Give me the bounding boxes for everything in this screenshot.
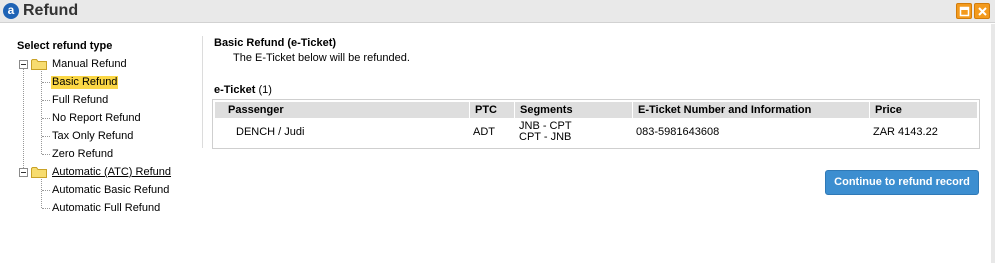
folder-icon xyxy=(31,167,47,178)
eticket-number-cell: 083-5981643608 xyxy=(636,126,720,138)
tree-connector xyxy=(42,118,50,119)
tree-item-basic-refund[interactable]: Basic Refund xyxy=(51,76,119,89)
tree-connector xyxy=(42,154,50,155)
dialog-body: Select refund type Manual Refund Basic R… xyxy=(0,24,995,263)
tree-connector xyxy=(23,68,24,176)
ptc-cell: ADT xyxy=(473,126,495,138)
collapse-minus-icon[interactable] xyxy=(19,168,28,177)
tree-item-automatic-basic-refund[interactable]: Automatic Basic Refund xyxy=(52,184,169,197)
column-header-passenger: Passenger xyxy=(228,104,284,116)
tree-connector xyxy=(42,208,50,209)
tree-item-no-report-refund[interactable]: No Report Refund xyxy=(52,112,141,125)
close-icon xyxy=(978,7,987,16)
tree-connector xyxy=(42,136,50,137)
column-header-price: Price xyxy=(869,102,977,118)
panel-divider xyxy=(202,36,203,148)
column-header-eticket-number: E-Ticket Number and Information xyxy=(632,102,869,118)
tree-heading: Select refund type xyxy=(17,40,113,52)
tree-item-automatic-full-refund[interactable]: Automatic Full Refund xyxy=(52,202,160,215)
maximize-button[interactable] xyxy=(956,3,972,19)
amadeus-logo-icon: a xyxy=(3,3,19,19)
close-button[interactable] xyxy=(974,3,990,19)
tree-item-zero-refund[interactable]: Zero Refund xyxy=(52,148,113,161)
tree-connector xyxy=(42,100,50,101)
tree-item-full-refund[interactable]: Full Refund xyxy=(52,94,108,107)
eticket-count: (1) xyxy=(258,84,272,96)
refund-section-title: Basic Refund (e-Ticket) xyxy=(214,37,337,49)
collapse-minus-icon[interactable] xyxy=(19,60,28,69)
folder-icon xyxy=(31,59,47,70)
tree-connector xyxy=(41,177,42,208)
tree-group-manual-refund[interactable]: Manual Refund xyxy=(52,58,127,71)
window-right-edge xyxy=(991,24,995,263)
column-header-ptc: PTC xyxy=(469,102,515,118)
tree-connector xyxy=(42,190,50,191)
segment-cell: CPT - JNB xyxy=(519,131,572,143)
eticket-heading: e-Ticket (1) xyxy=(214,84,272,96)
maximize-icon xyxy=(959,6,970,17)
continue-to-refund-record-button[interactable]: Continue to refund record xyxy=(825,170,979,195)
passenger-cell: DENCH / Judi xyxy=(236,126,305,138)
tree-connector xyxy=(42,82,50,83)
window-title: Refund xyxy=(23,2,79,19)
refund-description: The E-Ticket below will be refunded. xyxy=(233,52,410,64)
table-header: Passenger PTC Segments E-Ticket Number a… xyxy=(215,102,977,118)
tree-item-tax-only-refund[interactable]: Tax Only Refund xyxy=(52,130,133,143)
eticket-table: Passenger PTC Segments E-Ticket Number a… xyxy=(212,99,980,149)
column-header-segments: Segments xyxy=(514,102,632,118)
tree-group-automatic-atc-refund[interactable]: Automatic (ATC) Refund xyxy=(52,166,171,179)
refund-window: a Refund Select refund type Manual Refun… xyxy=(0,0,995,263)
price-cell: ZAR 4143.22 xyxy=(873,126,938,138)
title-bar: a Refund xyxy=(0,0,995,23)
eticket-label: e-Ticket xyxy=(214,84,256,96)
